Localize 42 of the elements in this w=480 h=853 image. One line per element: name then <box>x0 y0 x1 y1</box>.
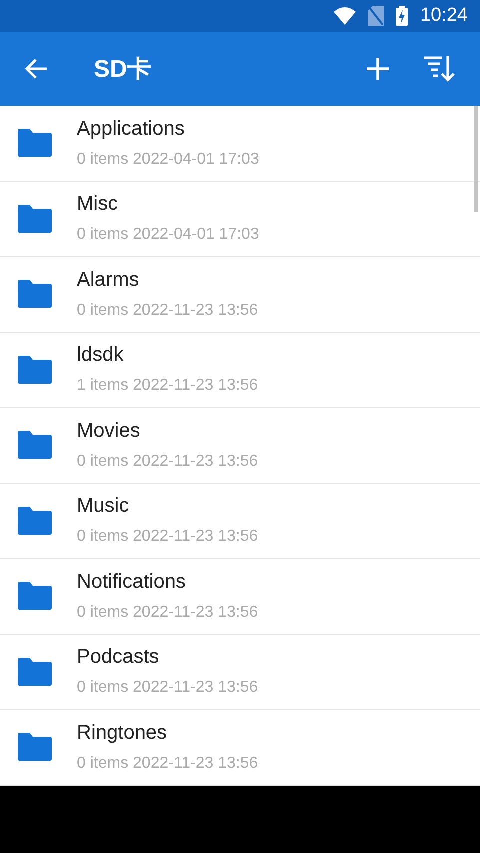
folder-details: 1 items 2022-11-23 13:56 <box>77 377 258 396</box>
folder-icon <box>18 431 52 460</box>
folder-name: Alarms <box>77 268 140 292</box>
no-sim-icon <box>368 6 384 26</box>
folder-name: Ringtones <box>77 722 168 745</box>
folder-row[interactable]: Misc 0 items 2022-04-01 17:03 <box>0 182 480 257</box>
battery-charging-icon <box>396 6 408 26</box>
folder-details: 0 items 2022-11-23 13:56 <box>77 754 258 773</box>
folder-icon <box>18 204 52 233</box>
folder-details: 0 items 2022-11-23 13:56 <box>77 302 258 320</box>
folder-icon <box>18 129 52 158</box>
folder-details: 0 items 2022-04-01 17:03 <box>77 150 260 169</box>
folder-icon <box>18 506 52 535</box>
back-arrow-icon[interactable] <box>24 58 48 80</box>
folder-details: 0 items 2022-11-23 13:56 <box>77 604 258 622</box>
folder-details: 0 items 2022-11-23 13:56 <box>77 528 258 546</box>
folder-name: Movies <box>77 420 142 443</box>
folder-row[interactable]: Movies 0 items 2022-11-23 13:56 <box>0 408 480 484</box>
folder-details: 0 items 2022-11-23 13:56 <box>77 452 258 471</box>
sort-icon[interactable] <box>424 56 456 82</box>
status-time: 10:24 <box>420 5 468 27</box>
folder-row[interactable]: Music 0 items 2022-11-23 13:56 <box>0 484 480 559</box>
folder-icon <box>18 658 52 686</box>
folder-details: 0 items 2022-04-01 17:03 <box>77 226 260 244</box>
folder-name: Applications <box>77 118 186 141</box>
folder-row[interactable]: Alarms 0 items 2022-11-23 13:56 <box>0 257 480 332</box>
folder-name: Music <box>77 495 130 518</box>
folder-icon <box>18 356 52 384</box>
folder-details: 0 items 2022-11-23 13:56 <box>77 679 258 698</box>
folder-name: ldsdk <box>77 344 125 368</box>
folder-name: Podcasts <box>77 646 160 670</box>
folder-icon <box>18 582 52 610</box>
folder-name: Misc <box>77 193 120 216</box>
folder-icon <box>18 733 52 762</box>
folder-row[interactable]: Notifications 0 items 2022-11-23 13:56 <box>0 559 480 634</box>
folder-row[interactable]: ldsdk 1 items 2022-11-23 13:56 <box>0 332 480 408</box>
wifi-icon <box>334 7 356 25</box>
toolbar-title: SD卡 <box>94 55 152 85</box>
folder-icon <box>18 280 52 308</box>
folder-row[interactable]: Podcasts 0 items 2022-11-23 13:56 <box>0 634 480 710</box>
folder-name: Notifications <box>77 570 187 594</box>
add-icon[interactable] <box>366 57 390 81</box>
